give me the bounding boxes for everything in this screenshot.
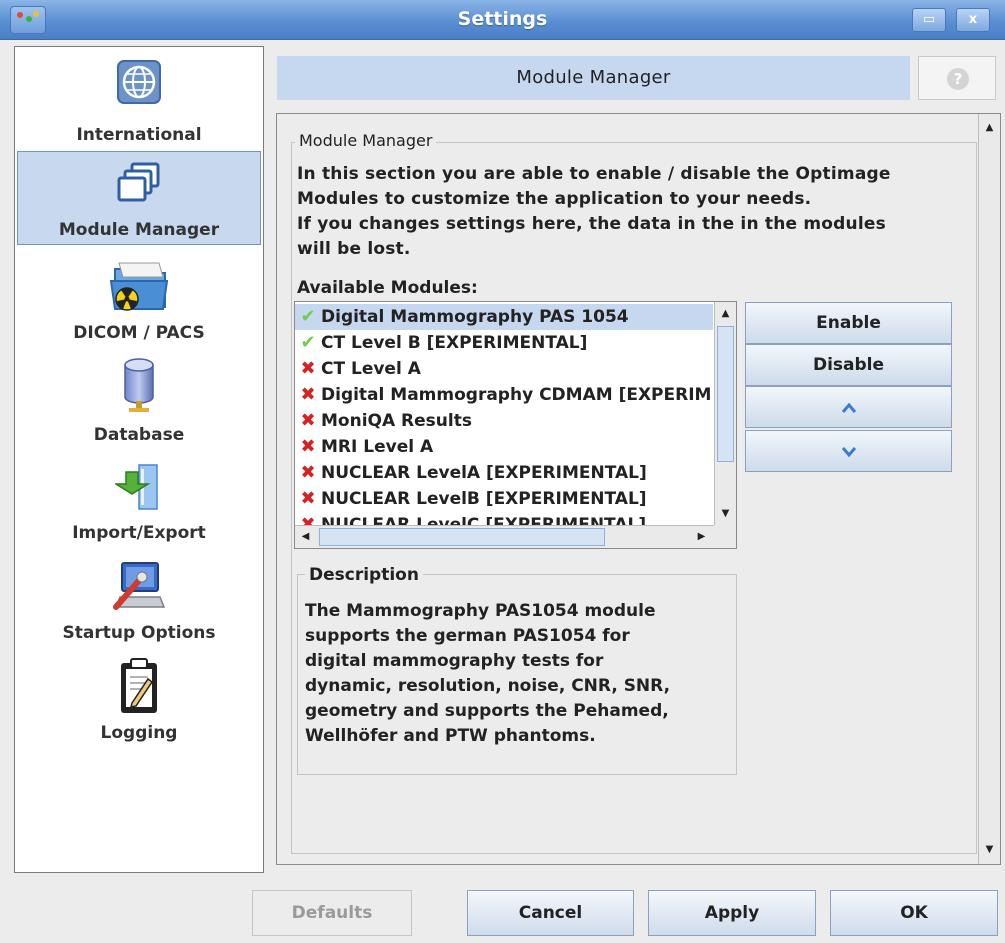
sidebar-item-module-manager[interactable]: Module Manager [17, 151, 261, 245]
move-down-button[interactable] [745, 430, 952, 472]
close-icon: x [968, 12, 978, 27]
check-icon: ✔ [300, 306, 316, 327]
cross-icon: ✖ [300, 436, 316, 457]
module-name: Digital Mammography PAS 1054 [321, 307, 629, 327]
list-hscroll-thumb[interactable] [319, 528, 605, 546]
cancel-button[interactable]: Cancel [467, 890, 634, 936]
sidebar-item-label: Startup Options [62, 623, 216, 643]
intro-line: If you changes settings here, the data i… [297, 214, 886, 234]
disable-button[interactable]: Disable [745, 344, 952, 386]
list-scroll-up-icon[interactable]: ▲ [715, 302, 736, 326]
description-line: digital mammography tests for [305, 651, 604, 671]
sidebar-item-label: Module Manager [58, 220, 220, 240]
sidebar-item-startup-options[interactable]: Startup Options [17, 553, 261, 649]
module-name: CT Level A [321, 359, 421, 379]
module-manager-legend: Module Manager [295, 131, 437, 150]
list-scroll-left-icon[interactable]: ◀ [295, 525, 316, 548]
description-line: supports the german PAS1054 for [305, 626, 630, 646]
close-button[interactable]: x [956, 8, 990, 32]
list-vertical-scrollbar[interactable]: ▲ ▼ [714, 302, 736, 526]
module-name: NUCLEAR LevelA [EXPERIMENTAL] [321, 463, 647, 483]
sidebar-item-label: Logging [100, 723, 178, 743]
module-name: CT Level B [EXPERIMENTAL] [321, 333, 588, 353]
list-item[interactable]: ✖ MoniQA Results [295, 408, 713, 434]
list-scroll-down-icon[interactable]: ▼ [715, 502, 736, 526]
help-icon: ? [947, 68, 969, 90]
description-line: geometry and supports the Pehamed, [305, 701, 669, 721]
sidebar-item-dicom-pacs[interactable]: DICOM / PACS [17, 251, 261, 347]
startup-computer-icon [113, 562, 166, 610]
available-modules-label: Available Modules: [297, 278, 478, 298]
list-scroll-thumb[interactable] [717, 326, 734, 462]
scroll-up-icon[interactable]: ▲ [979, 116, 1000, 140]
ok-button[interactable]: OK [830, 890, 998, 936]
sidebar-item-logging[interactable]: Logging [17, 653, 261, 749]
import-export-icon [115, 464, 158, 510]
sidebar-item-label: Database [93, 425, 185, 445]
move-up-button[interactable] [745, 386, 952, 428]
sidebar-item-label: DICOM / PACS [73, 323, 205, 343]
chevron-down-icon [841, 446, 856, 457]
list-item[interactable]: ✖ MRI Level A [295, 434, 713, 460]
module-name: MRI Level A [321, 437, 434, 457]
description-text: The Mammography PAS1054 module supports … [305, 599, 735, 749]
list-item[interactable]: ✖ NUCLEAR LevelC [EXPERIMENTAL] [295, 512, 713, 526]
description-line: dynamic, resolution, noise, CNR, SNR, [305, 676, 671, 696]
module-name: Digital Mammography CDMAM [EXPERIMENTAL] [321, 385, 713, 405]
list-item[interactable]: ✖ NUCLEAR LevelB [EXPERIMENTAL] [295, 486, 713, 512]
enable-button[interactable]: Enable [745, 302, 952, 344]
database-icon [124, 358, 154, 412]
sidebar-item-label: Import/Export [72, 523, 206, 543]
defaults-button[interactable]: Defaults [252, 890, 412, 936]
sidebar-item-database[interactable]: Database [17, 353, 261, 449]
intro-line: will be lost. [297, 239, 411, 259]
settings-sidebar: International Module Manager DICOM / PAC… [14, 46, 264, 873]
intro-line: In this section you are able to enable /… [297, 164, 891, 184]
minimize-button[interactable]: ▭ [912, 8, 946, 32]
description-line: Wellhöfer and PTW phantoms. [305, 726, 596, 746]
cross-icon: ✖ [300, 514, 316, 526]
check-icon: ✔ [300, 332, 316, 353]
list-horizontal-scrollbar[interactable]: ◀ ▶ [295, 525, 714, 548]
list-scroll-right-icon[interactable]: ▶ [691, 525, 712, 548]
list-item[interactable]: ✖Digital Mammography CDMAM [EXPERIMENTAL… [295, 382, 713, 408]
list-item[interactable]: ✖ CT Level A [295, 356, 713, 382]
modules-list[interactable]: ✔ Digital Mammography PAS 1054 ✔ CT Level B… [294, 301, 737, 549]
intro-line: Modules to customize the application to … [297, 189, 812, 209]
cross-icon: ✖ [300, 384, 316, 405]
cross-icon: ✖ [300, 410, 316, 431]
sidebar-item-international[interactable]: International [17, 53, 261, 149]
chevron-up-icon [841, 402, 856, 413]
content-scrollbar[interactable]: ▲ ▼ [978, 114, 1000, 864]
description-legend: Description [305, 565, 423, 585]
modules-list-rows: ✔ Digital Mammography PAS 1054 ✔ CT Level B… [295, 302, 713, 526]
help-button[interactable]: ? [918, 56, 996, 100]
list-item[interactable]: ✔ CT Level B [EXPERIMENTAL] [295, 330, 713, 356]
module-name: MoniQA Results [321, 411, 472, 431]
windows-icon [117, 162, 160, 202]
module-name: NUCLEAR LevelB [EXPERIMENTAL] [321, 489, 647, 509]
scroll-down-icon[interactable]: ▼ [979, 838, 1000, 862]
radiation-folder-icon [109, 262, 169, 311]
description-line: The Mammography PAS1054 module [305, 601, 656, 621]
page-title: Module Manager [277, 56, 910, 100]
globe-icon [117, 60, 161, 104]
sidebar-item-label: International [76, 125, 202, 145]
cross-icon: ✖ [300, 462, 316, 483]
minimize-icon: ▭ [922, 12, 936, 27]
window-title: Settings [457, 8, 548, 30]
apply-button[interactable]: Apply [648, 890, 816, 936]
title-bar: Settings ▭ x [0, 0, 1005, 40]
intro-text: In this section you are able to enable /… [297, 162, 977, 262]
cross-icon: ✖ [300, 358, 316, 379]
list-item[interactable]: ✔ Digital Mammography PAS 1054 [295, 304, 713, 330]
clipboard-icon [121, 658, 157, 713]
sidebar-item-import-export[interactable]: Import/Export [17, 453, 261, 549]
list-item[interactable]: ✖ NUCLEAR LevelA [EXPERIMENTAL] [295, 460, 713, 486]
cross-icon: ✖ [300, 488, 316, 509]
scroll-corner [714, 525, 736, 548]
